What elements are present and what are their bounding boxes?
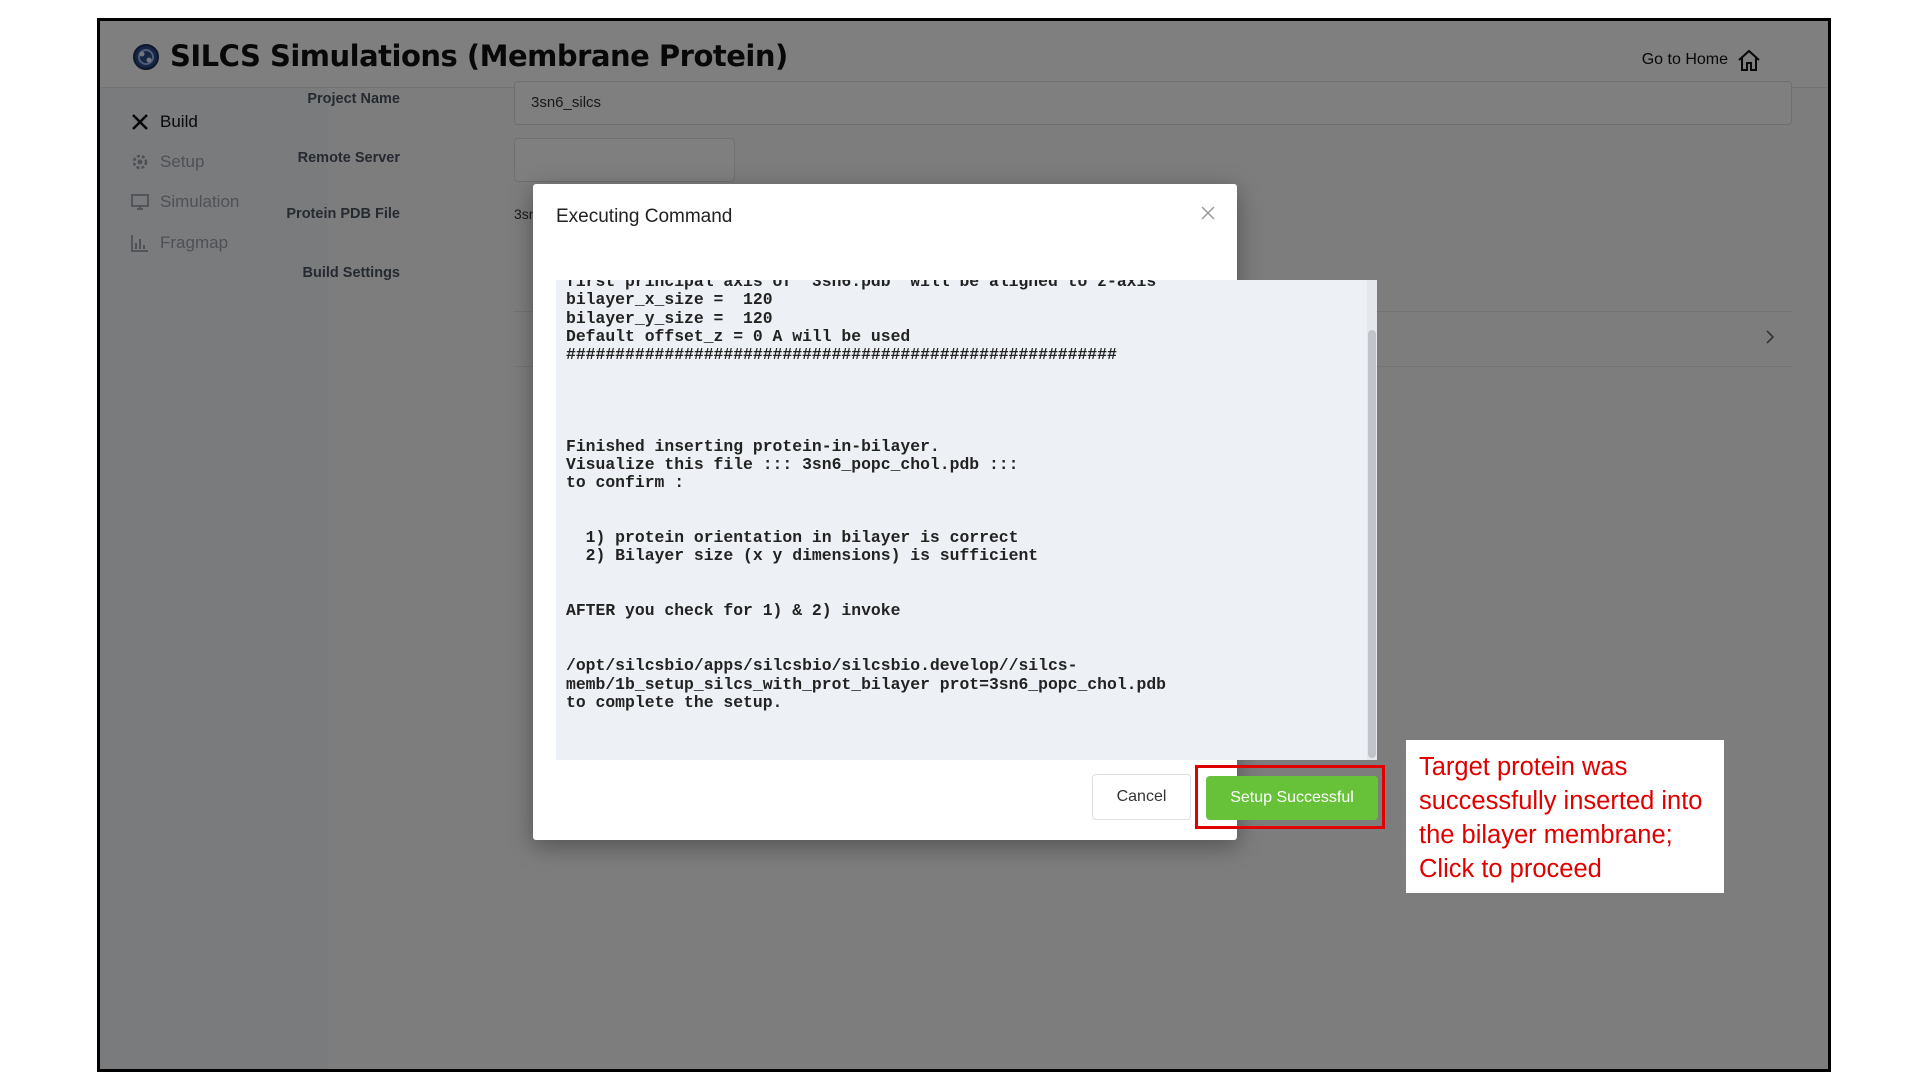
annotation-callout: Target protein was successfully inserted… (1406, 740, 1724, 893)
command-output-console[interactable]: first principal axis of 3sn6.pdb will be… (556, 280, 1377, 760)
console-scrollbar[interactable] (1367, 280, 1377, 760)
screenshot-frame: SILCS Simulations (Membrane Protein) Go … (97, 18, 1831, 1072)
dialog-title: Executing Command (556, 206, 733, 227)
command-output-text: first principal axis of 3sn6.pdb will be… (566, 280, 1166, 712)
console-scroll-thumb[interactable] (1368, 330, 1376, 758)
cancel-button[interactable]: Cancel (1092, 774, 1191, 820)
executing-command-dialog: Executing Command first principal axis o… (533, 184, 1377, 840)
close-icon[interactable] (1199, 204, 1217, 222)
highlight-box (1195, 765, 1385, 829)
